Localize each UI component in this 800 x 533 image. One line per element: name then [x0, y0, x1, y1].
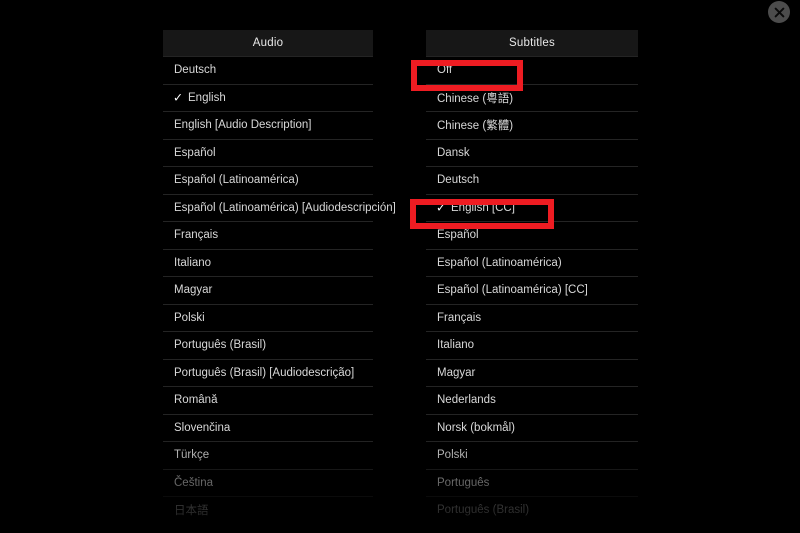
audio-subtitles-overlay: Audio Deutsch ✓ English English [Audio Desc… — [0, 0, 800, 533]
list-item-label: Français — [437, 311, 482, 324]
list-item[interactable]: Italiano — [163, 248, 373, 277]
list-item[interactable]: Italiano — [426, 331, 638, 359]
list-item[interactable]: Français — [163, 221, 373, 249]
list-item[interactable]: Off — [426, 56, 638, 84]
list-item-label: Türkçe — [174, 449, 210, 462]
list-item[interactable]: Slovenčina — [163, 413, 373, 442]
list-item-label: Slovenčina — [174, 421, 231, 434]
list-item-label: Magyar — [437, 366, 476, 379]
check-icon: ✓ — [436, 200, 447, 215]
subtitles-column-header: Subtitles — [426, 30, 638, 56]
list-item[interactable]: Română — [163, 386, 373, 414]
list-item-label: Italiano — [437, 339, 475, 352]
list-item-label: Español (Latinoamérica) — [437, 256, 562, 269]
list-item[interactable]: Português (Brasil) — [426, 496, 638, 524]
list-item-label: Norsk (bokmål) — [437, 421, 515, 434]
audio-column-header: Audio — [163, 30, 373, 56]
list-item[interactable]: Español (Latinoamérica) [Audiodescripció… — [163, 193, 396, 222]
list-item-label: Português (Brasil) [Audiodescrição] — [174, 366, 355, 379]
list-item-label: Español (Latinoamérica) [Audiodescripció… — [174, 201, 396, 214]
list-item[interactable]: Chinese (繁體) — [426, 111, 638, 139]
list-item-label: Español (Latinoamérica) — [174, 174, 299, 187]
list-item-label: 日本語 — [174, 505, 209, 518]
list-item[interactable]: Deutsch — [426, 166, 638, 194]
close-x-glyph — [774, 7, 784, 17]
list-item-label: Off — [437, 64, 453, 77]
list-item[interactable]: Español — [163, 138, 373, 167]
list-item-label: Português (Brasil) — [437, 504, 530, 517]
list-item[interactable]: Türkçe — [163, 441, 373, 469]
list-item[interactable]: Magyar — [163, 276, 373, 304]
list-item[interactable]: Português — [426, 468, 638, 497]
list-item-label: Deutsch — [437, 174, 480, 187]
audio-column: Audio Deutsch ✓ English English [Audio Desc… — [163, 30, 396, 524]
list-item[interactable]: Português (Brasil) [Audiodescrição] — [163, 358, 373, 387]
list-item[interactable]: Español (Latinoamérica) [CC] — [426, 276, 638, 304]
list-item[interactable]: Chinese (粵語) — [426, 83, 638, 112]
list-item-label: Polski — [437, 449, 468, 462]
list-item[interactable]: Polski — [426, 441, 638, 469]
list-item-label: Magyar — [174, 284, 213, 297]
list-item[interactable]: Deutsch — [163, 56, 373, 84]
list-item-label: English [CC] — [451, 201, 515, 214]
list-item-label: Español — [174, 146, 216, 159]
list-item-label: Română — [174, 394, 218, 407]
list-item-label: Čeština — [174, 476, 213, 489]
list-item[interactable]: Polski — [163, 303, 373, 332]
list-item[interactable]: English [Audio Description] — [163, 111, 373, 139]
list-item-label: English [Audio Description] — [174, 119, 312, 132]
list-item[interactable]: ✓ English [CC] — [426, 193, 638, 222]
list-item-label: Nederlands — [437, 394, 496, 407]
list-item-label: Français — [174, 229, 219, 242]
list-item-label: Español — [437, 229, 479, 242]
list-item[interactable]: Português (Brasil) — [163, 331, 373, 359]
audio-list[interactable]: Deutsch ✓ English English [Audio Descriptio… — [163, 56, 396, 524]
list-item[interactable]: Español (Latinoamérica) — [163, 166, 373, 194]
close-circle-icon[interactable] — [768, 1, 790, 23]
list-item-label: Chinese (繁體) — [437, 120, 514, 133]
list-item[interactable]: Norsk (bokmål) — [426, 413, 638, 442]
list-item[interactable]: 日本語 — [163, 496, 373, 524]
list-item[interactable]: Čeština — [163, 468, 373, 497]
list-item-label: Deutsch — [174, 64, 217, 77]
list-item-label: Português (Brasil) — [174, 339, 267, 352]
list-item-label: Português — [437, 476, 490, 489]
list-item[interactable]: Dansk — [426, 138, 638, 167]
subtitles-column: Subtitles Off Chinese (粵語) Chinese (繁體) Dan… — [426, 30, 640, 524]
subtitles-list[interactable]: Off Chinese (粵語) Chinese (繁體) Dansk Deutsch ✓… — [426, 56, 640, 524]
list-item-label: Italiano — [174, 256, 212, 269]
list-item[interactable]: Nederlands — [426, 386, 638, 414]
list-item[interactable]: Español — [426, 221, 638, 249]
list-item[interactable]: Magyar — [426, 358, 638, 387]
check-icon: ✓ — [173, 90, 184, 105]
list-item-label: Polski — [174, 311, 205, 324]
list-item[interactable]: Español (Latinoamérica) — [426, 248, 638, 277]
list-item-label: Dansk — [437, 146, 470, 159]
list-item[interactable]: Français — [426, 303, 638, 332]
list-item-label: Español (Latinoamérica) [CC] — [437, 284, 588, 297]
list-item[interactable]: ✓ English — [163, 83, 373, 112]
list-item-label: Chinese (粵語) — [437, 92, 514, 105]
